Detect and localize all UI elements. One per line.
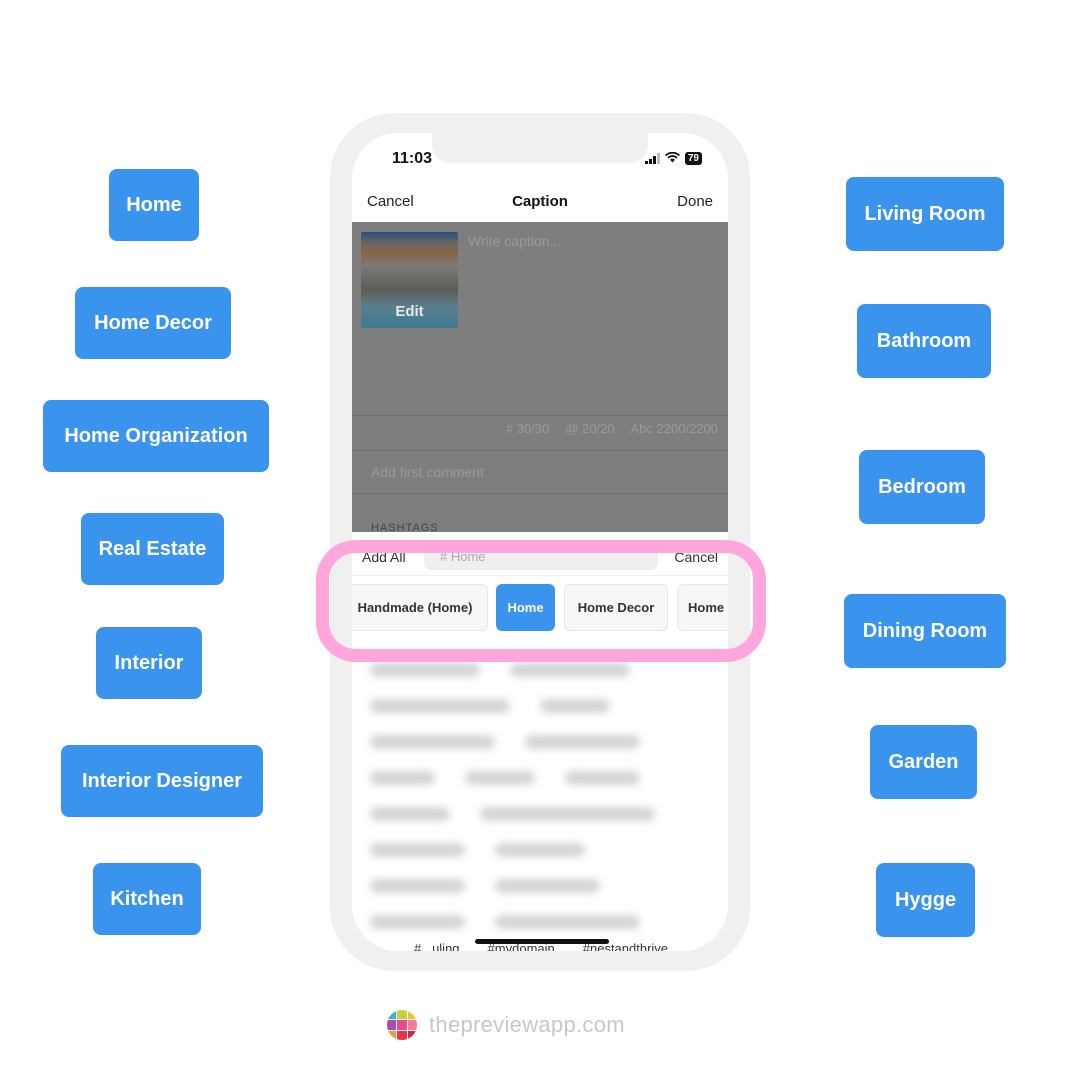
post-thumbnail[interactable]: Edit: [361, 232, 458, 328]
hashtag-category-interior-designer[interactable]: Interior Designer: [61, 745, 263, 817]
hashtags-section-label: HASHTAGS: [371, 522, 439, 534]
first-comment-input[interactable]: Add first comment: [371, 464, 484, 480]
category-chips: Handmade (Home) Home Home Decor Home: [352, 584, 728, 634]
preview-app-logo-icon: [387, 1010, 417, 1040]
status-icons: 79: [644, 151, 702, 166]
caption-input[interactable]: Write caption...: [468, 233, 561, 249]
blurred-hashtag-list: [352, 653, 728, 951]
hashtag-category-interior[interactable]: Interior: [96, 627, 202, 699]
hashtag-category-bedroom[interactable]: Bedroom: [859, 450, 985, 524]
divider: [352, 575, 728, 576]
status-time: 11:03: [392, 150, 433, 167]
hashtag-category-home-decor[interactable]: Home Decor: [75, 287, 231, 359]
chip-home-selected[interactable]: Home: [496, 584, 555, 631]
hashtag-category-living-room[interactable]: Living Room: [846, 177, 1004, 251]
add-all-button[interactable]: Add All: [362, 549, 406, 565]
caption-counters: # 30/30 @ 20/20 Abc 2200/2200: [506, 421, 718, 436]
dimmed-caption-area: Edit Write caption... # 30/30 @ 20/20 Ab…: [352, 222, 728, 534]
hashtag-category-garden[interactable]: Garden: [870, 725, 977, 799]
hashtag-category-dining-room[interactable]: Dining Room: [844, 594, 1006, 668]
battery-icon: 79: [684, 152, 702, 165]
hashtag-category-kitchen[interactable]: Kitchen: [93, 863, 201, 935]
hashtag-counter: # 30/30: [505, 421, 550, 436]
hashtag-item[interactable]: #...uling: [414, 941, 460, 951]
footer-site-text: thepreviewapp.com: [429, 1012, 625, 1037]
divider: [352, 450, 728, 451]
chip-home-decor[interactable]: Home Decor: [564, 584, 668, 631]
hashtag-category-home-organization[interactable]: Home Organization: [43, 400, 269, 472]
edit-thumbnail-label[interactable]: Edit: [361, 303, 458, 320]
chip-handmade-home[interactable]: Handmade (Home): [352, 584, 488, 631]
caption-navbar: Cancel Caption Done: [352, 189, 728, 223]
home-indicator[interactable]: [475, 939, 609, 944]
page-title: Caption: [512, 193, 568, 210]
phone-notch: [432, 133, 648, 163]
chip-home[interactable]: Home: [677, 584, 728, 631]
hashtag-category-home[interactable]: Home: [109, 169, 199, 241]
hashtag-category-hygge[interactable]: Hygge: [876, 863, 975, 937]
cellular-signal-icon: [644, 153, 660, 164]
done-button[interactable]: Done: [677, 193, 713, 210]
hashtag-search-row: Add All # Home Cancel: [352, 543, 728, 573]
mention-counter: @ 20/20: [565, 421, 615, 436]
hashtag-category-real-estate[interactable]: Real Estate: [81, 513, 224, 585]
character-counter: Abc 2200/2200: [630, 421, 718, 436]
wifi-icon: [664, 151, 680, 166]
divider: [352, 415, 728, 416]
divider: [352, 493, 728, 494]
phone-screen: 11:03 79 Cancel Caption Done Edit Write …: [352, 133, 728, 951]
footer-branding: thepreviewapp.com: [387, 1010, 625, 1040]
hashtag-category-bathroom[interactable]: Bathroom: [857, 304, 991, 378]
hashtag-search-input[interactable]: # Home: [424, 544, 658, 570]
search-cancel-button[interactable]: Cancel: [674, 549, 718, 565]
